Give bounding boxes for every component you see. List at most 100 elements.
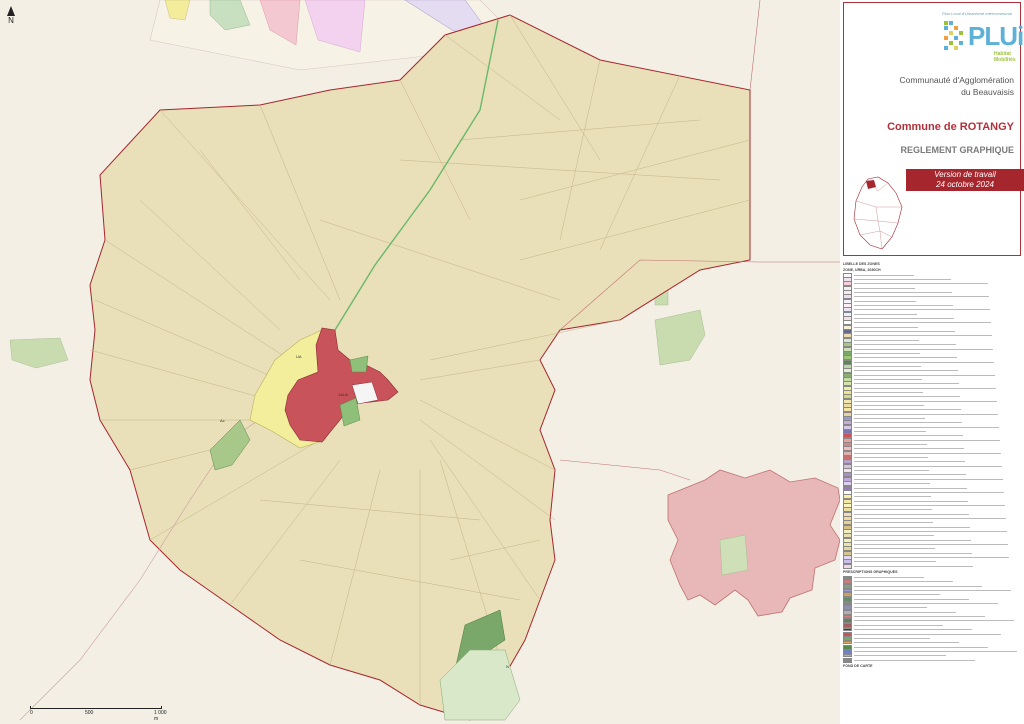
legend-label-placeholder <box>854 404 924 406</box>
legend-label-placeholder <box>854 526 970 528</box>
legend-label-placeholder <box>854 581 953 583</box>
legend-zone-row <box>843 563 1021 569</box>
legend-symbol <box>843 657 852 663</box>
legend-label-placeholder <box>854 374 995 376</box>
legend-label-placeholder <box>854 620 1014 622</box>
legend-label-placeholder <box>854 642 959 644</box>
legend-label-placeholder <box>854 444 927 446</box>
legend-symbol <box>843 596 852 602</box>
legend-label-placeholder <box>854 400 997 402</box>
legend-label-placeholder <box>854 365 921 367</box>
legend-label-placeholder <box>854 431 926 433</box>
legend-label-placeholder <box>854 305 953 307</box>
plui-logo: Plan Local d'Urbanisme Intercommunal PLU… <box>942 11 1024 69</box>
legend-label-placeholder <box>854 483 930 485</box>
legend-label-placeholder <box>854 391 923 393</box>
legend-label-placeholder <box>854 535 934 537</box>
legend-label-placeholder <box>854 548 935 550</box>
legend-label-placeholder <box>854 448 964 450</box>
legend-label-placeholder <box>854 637 930 639</box>
zone-label-2: 1AUh <box>338 392 348 397</box>
legend-label-placeholder <box>854 274 914 276</box>
version-banner: Version de travail 24 octobre 2024 <box>906 169 1024 191</box>
legend-label-placeholder <box>854 607 927 609</box>
legend-section-prescriptions: PRESCRIPTIONS GRAPHIQUES <box>843 570 898 575</box>
legend-label-placeholder <box>854 561 936 563</box>
legend-label-placeholder <box>854 629 972 631</box>
legend-label-placeholder <box>854 413 998 415</box>
scale-label-0: 0 <box>30 710 33 716</box>
legend-label-placeholder <box>854 418 925 420</box>
legend-label-placeholder <box>854 326 918 328</box>
legend-label-placeholder <box>854 457 928 459</box>
legend-label-placeholder <box>854 624 943 626</box>
legend-label-placeholder <box>854 300 916 302</box>
legend-label-placeholder <box>854 633 1001 635</box>
legend-label-placeholder <box>854 530 1007 532</box>
version-label: Version de travail <box>934 170 996 179</box>
legend-symbol <box>843 635 852 641</box>
legend-label-placeholder <box>854 361 994 363</box>
legend-label-placeholder <box>854 344 956 346</box>
scale-label-500: 500 <box>85 710 94 716</box>
zone-label-3: Ac <box>220 418 225 423</box>
legend-label-placeholder <box>854 357 957 359</box>
map-canvas[interactable]: UA 1AUh Ac N N 0 500 1 000 m <box>0 0 840 724</box>
legend-label-placeholder <box>854 283 988 285</box>
legend-label-placeholder <box>854 426 999 428</box>
legend-label-placeholder <box>854 439 1000 441</box>
legend-label-placeholder <box>854 491 1004 493</box>
map-drawing: UA 1AUh Ac N <box>0 0 840 724</box>
legend-label-placeholder <box>854 378 922 380</box>
legend-label-placeholder <box>854 422 962 424</box>
legend-label-placeholder <box>854 409 961 411</box>
legend-label-placeholder <box>854 603 998 605</box>
legend: LIBELLE DES ZONES ZONE, URBA, 2030CH PRE… <box>843 260 1021 669</box>
legend-label-placeholder <box>854 296 989 298</box>
logo-pixel-icon <box>944 21 963 50</box>
legend-label-placeholder <box>854 496 931 498</box>
zone-label-4: N <box>506 664 509 669</box>
logo-sub-mobilites: Mobilités <box>994 57 1016 63</box>
legend-label-placeholder <box>854 322 991 324</box>
legend-label-placeholder <box>854 287 915 289</box>
legend-label-placeholder <box>854 646 988 648</box>
legend-label-placeholder <box>854 577 924 579</box>
legend-label-placeholder <box>854 435 963 437</box>
legend-zone-list <box>843 272 1021 569</box>
legend-label-placeholder <box>854 383 959 385</box>
legend-prescription-row <box>843 657 1021 663</box>
legend-symbol <box>843 583 852 589</box>
legend-label-placeholder <box>854 509 932 511</box>
scale-bar: 0 500 1 000 m <box>30 706 170 722</box>
legend-label-placeholder <box>854 487 967 489</box>
logo-tagline: Plan Local d'Urbanisme Intercommunal <box>942 11 1012 16</box>
logo-text: PLUi <box>968 21 1024 51</box>
legend-label-placeholder <box>854 478 1003 480</box>
legend-label-placeholder <box>854 370 958 372</box>
north-label: N <box>8 16 14 25</box>
legend-section-zones: ZONE, URBA, 2030CH <box>843 268 881 272</box>
legend-label-placeholder <box>854 500 968 502</box>
legend-label-placeholder <box>854 279 951 281</box>
legend-label-placeholder <box>854 313 917 315</box>
legend-label-placeholder <box>854 513 969 515</box>
legend-symbol <box>843 622 852 628</box>
location-minimap <box>853 176 903 250</box>
legend-label-placeholder <box>854 335 992 337</box>
legend-label-placeholder <box>854 339 919 341</box>
zone-label-1: UA <box>296 354 302 359</box>
legend-label-placeholder <box>854 616 985 618</box>
commune-title: Commune de ROTANGY <box>887 121 1014 133</box>
legend-label-placeholder <box>854 465 1002 467</box>
scale-label-1000: 1 000 m <box>154 710 167 722</box>
legend-label-placeholder <box>854 585 982 587</box>
legend-label-placeholder <box>854 543 1008 545</box>
legend-label-placeholder <box>854 522 933 524</box>
legend-label-placeholder <box>854 292 952 294</box>
cartouche-panel: Plan Local d'Urbanisme Intercommunal PLU… <box>840 0 1024 724</box>
legend-label-placeholder <box>854 650 1017 652</box>
title-block: Plan Local d'Urbanisme Intercommunal PLU… <box>843 2 1024 256</box>
legend-label-placeholder <box>854 309 990 311</box>
legend-label-placeholder <box>854 594 940 596</box>
